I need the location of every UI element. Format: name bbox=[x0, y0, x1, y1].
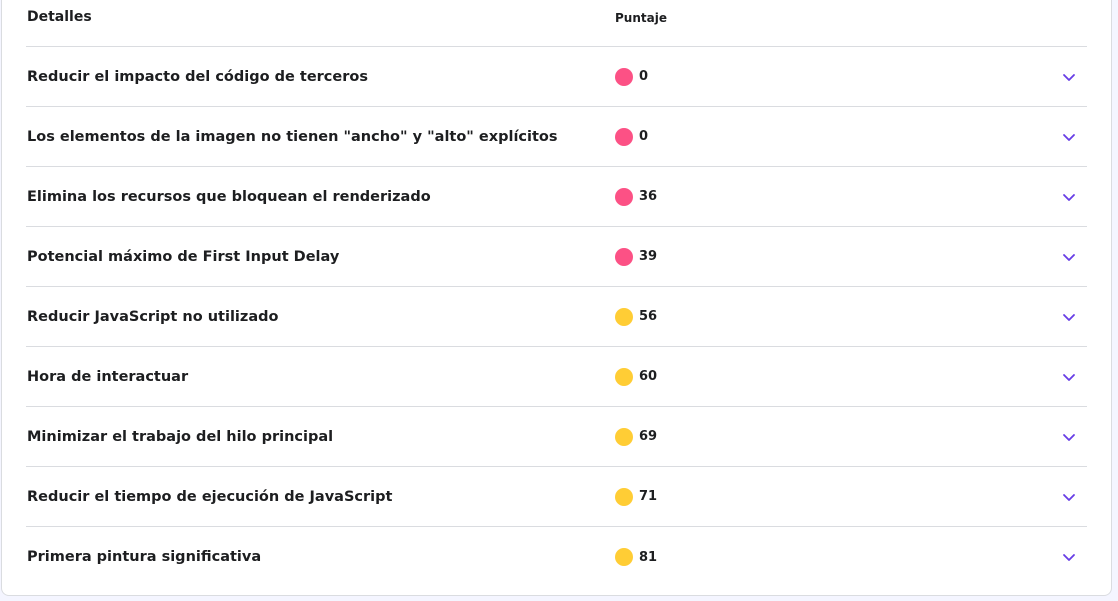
audit-details-card: Detalles Puntaje Reducir el impacto del … bbox=[1, 0, 1112, 596]
audit-row-image-dimensions[interactable]: Los elementos de la imagen no tienen "an… bbox=[26, 107, 1087, 167]
audit-label: Potencial máximo de First Input Delay bbox=[27, 248, 340, 265]
status-dot-icon bbox=[615, 427, 633, 446]
header-score: Puntaje bbox=[615, 11, 667, 25]
audit-label: Hora de interactuar bbox=[27, 368, 189, 385]
score-value: 36 bbox=[639, 189, 658, 204]
audit-row-first-input-delay[interactable]: Potencial máximo de First Input Delay 39 bbox=[26, 227, 1087, 287]
score-value: 60 bbox=[639, 369, 658, 384]
score-value: 0 bbox=[639, 129, 649, 144]
chevron-down-icon[interactable] bbox=[1061, 489, 1077, 505]
header-details: Detalles bbox=[27, 9, 92, 25]
audit-row-third-party[interactable]: Reducir el impacto del código de tercero… bbox=[26, 47, 1087, 107]
score-value: 0 bbox=[639, 69, 649, 84]
audit-label: Los elementos de la imagen no tienen "an… bbox=[27, 128, 558, 145]
audit-label: Elimina los recursos que bloquean el ren… bbox=[27, 188, 431, 205]
audit-label: Reducir el tiempo de ejecución de JavaSc… bbox=[27, 488, 393, 505]
audit-row-main-thread-work[interactable]: Minimizar el trabajo del hilo principal … bbox=[26, 407, 1087, 467]
score-value: 71 bbox=[639, 489, 658, 504]
status-dot-icon bbox=[615, 127, 633, 146]
chevron-down-icon[interactable] bbox=[1061, 189, 1077, 205]
score-cell: 36 bbox=[615, 187, 658, 206]
status-dot-icon bbox=[615, 247, 633, 266]
status-dot-icon bbox=[615, 307, 633, 326]
score-cell: 39 bbox=[615, 247, 658, 266]
chevron-down-icon[interactable] bbox=[1061, 369, 1077, 385]
audit-label: Reducir el impacto del código de tercero… bbox=[27, 68, 368, 85]
status-dot-icon bbox=[615, 548, 633, 566]
score-cell: 60 bbox=[615, 367, 658, 386]
chevron-down-icon[interactable] bbox=[1061, 69, 1077, 85]
audit-label: Primera pintura significativa bbox=[27, 549, 262, 565]
audit-row-js-execution-time[interactable]: Reducir el tiempo de ejecución de JavaSc… bbox=[26, 467, 1087, 527]
status-dot-icon bbox=[615, 367, 633, 386]
score-value: 56 bbox=[639, 309, 658, 324]
audit-label: Minimizar el trabajo del hilo principal bbox=[27, 428, 334, 445]
score-cell: 69 bbox=[615, 427, 658, 446]
audit-label: Reducir JavaScript no utilizado bbox=[27, 308, 279, 325]
score-value: 69 bbox=[639, 429, 658, 444]
table-header: Detalles Puntaje bbox=[26, 1, 1087, 47]
score-cell: 56 bbox=[615, 307, 658, 326]
chevron-down-icon[interactable] bbox=[1061, 129, 1077, 145]
score-value: 39 bbox=[639, 249, 658, 264]
audit-row-first-meaningful-paint[interactable]: Primera pintura significativa 81 bbox=[26, 527, 1087, 587]
chevron-down-icon[interactable] bbox=[1061, 429, 1077, 445]
status-dot-icon bbox=[615, 487, 633, 506]
audit-table: Detalles Puntaje Reducir el impacto del … bbox=[26, 1, 1087, 587]
score-cell: 81 bbox=[615, 548, 657, 566]
chevron-down-icon[interactable] bbox=[1061, 549, 1077, 565]
score-cell: 71 bbox=[615, 487, 658, 506]
score-cell: 0 bbox=[615, 67, 649, 86]
audit-row-time-to-interactive[interactable]: Hora de interactuar 60 bbox=[26, 347, 1087, 407]
audit-row-unused-javascript[interactable]: Reducir JavaScript no utilizado 56 bbox=[26, 287, 1087, 347]
score-cell: 0 bbox=[615, 127, 649, 146]
status-dot-icon bbox=[615, 67, 633, 86]
chevron-down-icon[interactable] bbox=[1061, 249, 1077, 265]
audit-row-render-blocking[interactable]: Elimina los recursos que bloquean el ren… bbox=[26, 167, 1087, 227]
status-dot-icon bbox=[615, 187, 633, 206]
chevron-down-icon[interactable] bbox=[1061, 309, 1077, 325]
score-value: 81 bbox=[639, 549, 658, 565]
